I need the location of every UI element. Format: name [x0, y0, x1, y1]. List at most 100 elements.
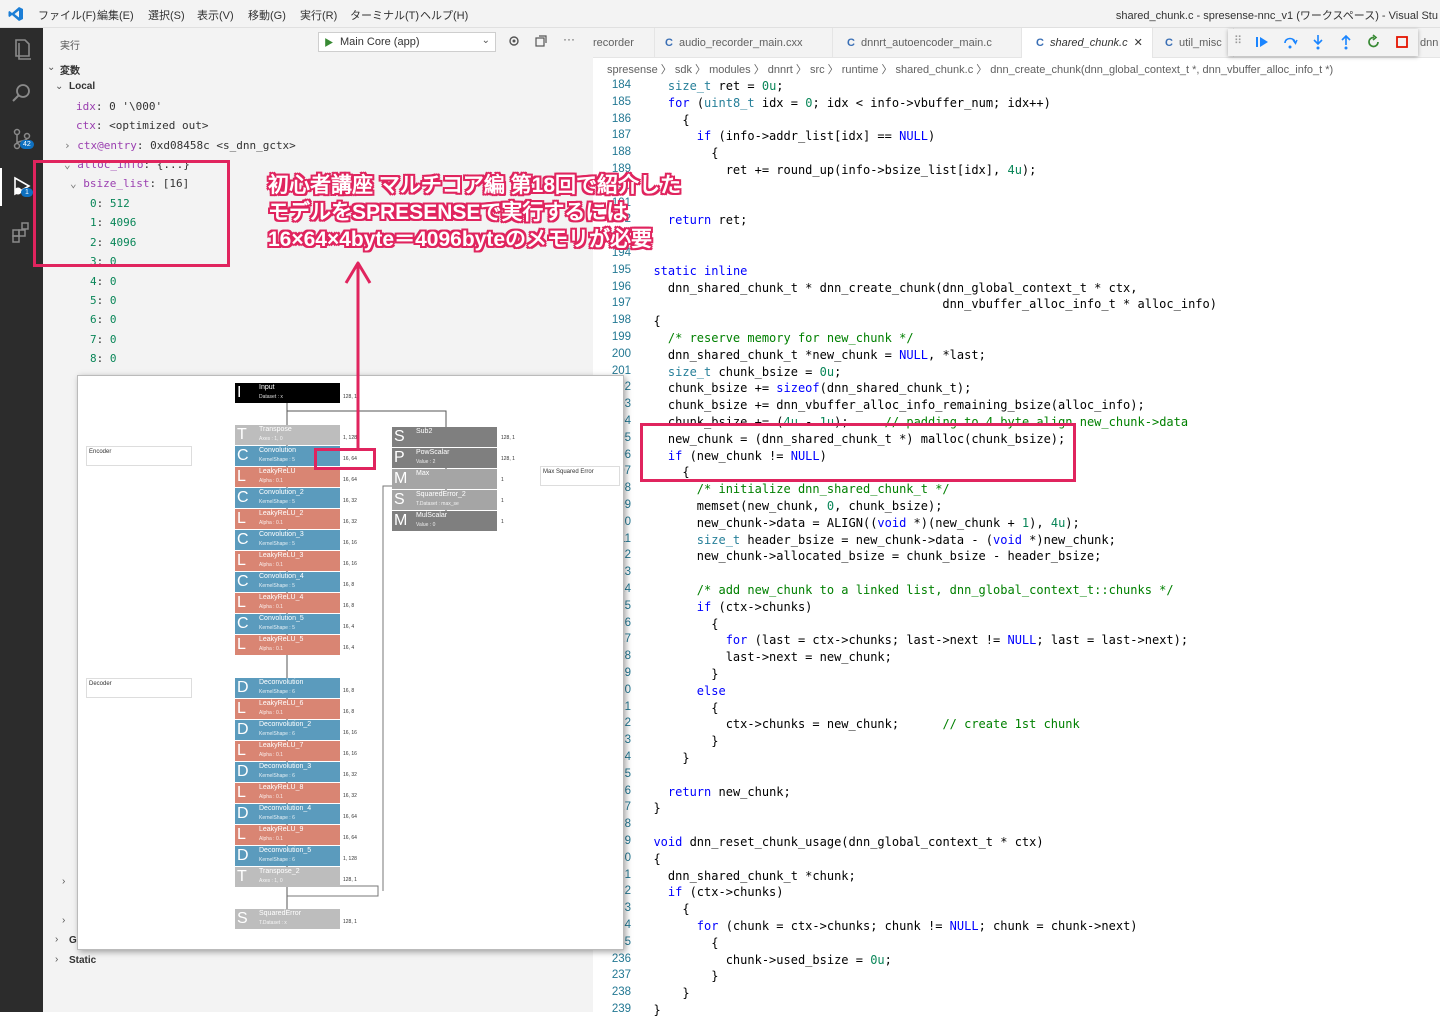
tab-recorder[interactable]: recorder	[593, 28, 655, 58]
code-line[interactable]: /* initialize dnn_shared_chunk_t */	[639, 482, 950, 496]
bsize-list-item[interactable]: 6: 0	[90, 313, 117, 326]
menu-file[interactable]: ファイル(F)	[38, 7, 96, 23]
code-line[interactable]: {	[639, 936, 718, 950]
layer-deconvolution-5[interactable]: D Deconvolution_5 KernelShape : 6	[235, 846, 340, 866]
layer-max[interactable]: M Max	[392, 469, 497, 489]
step-out-icon[interactable]	[1338, 34, 1354, 50]
code-line[interactable]: return new_chunk;	[639, 785, 791, 799]
layer-convolution-4[interactable]: C Convolution_4 KernelShape : 5	[235, 572, 340, 592]
tab-audio-recorder-main[interactable]: Caudio_recorder_main.cxx	[655, 28, 833, 58]
code-line[interactable]: static inline	[639, 264, 747, 278]
code-line[interactable]: {	[639, 314, 660, 328]
layer-leakyrelu-9[interactable]: L LeakyReLU_9 Alpha : 0.1	[235, 825, 340, 845]
code-line[interactable]: if (ctx->chunks)	[639, 600, 813, 614]
code-line[interactable]: chunk_bsize += dnn_vbuffer_alloc_info_re…	[639, 398, 1145, 412]
code-line[interactable]: /* add new_chunk to a linked list, dnn_g…	[639, 583, 1174, 597]
var-ctx-entry[interactable]: › ctx@entry: 0xd08458c <s_dnn_gctx>	[64, 139, 296, 152]
gear-icon[interactable]	[507, 34, 521, 48]
menu-help[interactable]: ヘルプ(H)	[420, 7, 468, 23]
code-line[interactable]: dnn_shared_chunk_t *new_chunk = NULL, *l…	[639, 348, 986, 362]
code-line[interactable]: /* reserve memory for new_chunk */	[639, 331, 914, 345]
code-line[interactable]: }	[639, 667, 718, 681]
code-line[interactable]: }	[639, 969, 718, 983]
code-line[interactable]: }	[639, 1003, 660, 1017]
continue-icon[interactable]	[1254, 34, 1270, 50]
breadcrumb[interactable]: spresense 〉 sdk 〉 modules 〉 dnnrt 〉 src …	[607, 61, 1333, 77]
code-line[interactable]: size_t header_bsize = new_chunk->data - …	[639, 533, 1116, 547]
code-line[interactable]: chunk->used_bsize = 0u;	[639, 953, 892, 967]
layer-leakyrelu[interactable]: L LeakyReLU Alpha : 0.1	[235, 467, 340, 487]
code-line[interactable]: {	[639, 617, 718, 631]
layer-leakyrelu-7[interactable]: L LeakyReLU_7 Alpha : 0.1	[235, 741, 340, 761]
code-line[interactable]: ret += round_up(info->bsize_list[idx], 4…	[639, 163, 1037, 177]
code-line[interactable]: }	[639, 751, 689, 765]
scope-static[interactable]: Static	[69, 955, 96, 966]
code-line[interactable]: size_t chunk_bsize = 0u;	[639, 365, 841, 379]
code-line[interactable]: }	[639, 801, 660, 815]
code-line[interactable]: {	[639, 902, 689, 916]
step-into-icon[interactable]	[1310, 34, 1326, 50]
scope-local[interactable]: Local	[69, 81, 95, 92]
menu-run[interactable]: 実行(R)	[300, 7, 337, 23]
code-line[interactable]: {	[639, 701, 718, 715]
layer-transpose-2[interactable]: T Transpose_2 Axes : 1, 0	[235, 867, 340, 887]
code-line[interactable]: last->next = new_chunk;	[639, 650, 892, 664]
step-over-icon[interactable]	[1282, 34, 1298, 50]
code-line[interactable]: else	[639, 684, 726, 698]
layer-leakyrelu-3[interactable]: L LeakyReLU_3 Alpha : 0.1	[235, 551, 340, 571]
layer-leakyrelu-2[interactable]: L LeakyReLU_2 Alpha : 0.1	[235, 509, 340, 529]
code-line[interactable]: for (last = ctx->chunks; last->next != N…	[639, 633, 1188, 647]
code-line[interactable]: size_t ret = 0u;	[639, 79, 784, 93]
more-actions-icon[interactable]: ···	[563, 32, 575, 46]
layer-deconvolution-3[interactable]: D Deconvolution_3 KernelShape : 6	[235, 762, 340, 782]
layer-convolution-3[interactable]: C Convolution_3 KernelShape : 5	[235, 530, 340, 550]
code-line[interactable]: }	[639, 734, 718, 748]
layer-leakyrelu-4[interactable]: L LeakyReLU_4 Alpha : 0.1	[235, 593, 340, 613]
tab-dnnrt-autoencoder-main[interactable]: Cdnnrt_autoencoder_main.c	[833, 28, 1022, 58]
tab-shared-chunk[interactable]: Cshared_chunk.c ✕	[1022, 28, 1153, 58]
layer-deconvolution[interactable]: D Deconvolution KernelShape : 6	[235, 678, 340, 698]
stop-icon[interactable]	[1394, 34, 1410, 50]
code-line[interactable]: for (uint8_t idx = 0; idx < info->vbuffe…	[639, 96, 1051, 110]
code-line[interactable]: void dnn_reset_chunk_usage(dnn_global_co…	[639, 835, 1043, 849]
code-line[interactable]: new_chunk->data = ALIGN((void *)(new_chu…	[639, 516, 1080, 530]
code-line[interactable]: {	[639, 852, 660, 866]
code-line[interactable]: dnn_shared_chunk_t * dnn_create_chunk(dn…	[639, 281, 1138, 295]
bsize-list-item[interactable]: 5: 0	[90, 294, 117, 307]
layer-deconvolution-2[interactable]: D Deconvolution_2 KernelShape : 6	[235, 720, 340, 740]
menu-edit[interactable]: 編集(E)	[97, 7, 134, 23]
code-line[interactable]: new_chunk->allocated_bsize = chunk_bsize…	[639, 549, 1102, 563]
bsize-list-item[interactable]: 7: 0	[90, 333, 117, 346]
layer-mulscalar[interactable]: M MulScalar Value : 0	[392, 511, 497, 531]
search-icon[interactable]	[9, 80, 35, 106]
extensions-icon[interactable]	[9, 220, 35, 246]
layer-convolution-2[interactable]: C Convolution_2 KernelShape : 5	[235, 488, 340, 508]
tab-util-misc[interactable]: Cutil_misc	[1153, 28, 1234, 58]
explorer-icon[interactable]	[9, 36, 35, 62]
launch-config-select[interactable]: Main Core (app) ⌄	[318, 32, 496, 52]
close-icon[interactable]: ✕	[1134, 37, 1143, 49]
layer-leakyrelu-6[interactable]: L LeakyReLU_6 Alpha : 0.1	[235, 699, 340, 719]
menu-view[interactable]: 表示(V)	[197, 7, 234, 23]
code-line[interactable]: if (info->addr_list[idx] == NULL)	[639, 129, 935, 143]
code-line[interactable]: }	[639, 986, 689, 1000]
code-line[interactable]: ctx->chunks = new_chunk; // create 1st c…	[639, 717, 1080, 731]
var-ctx[interactable]: ctx: <optimized out>	[76, 119, 208, 132]
bsize-list-item[interactable]: 4: 0	[90, 275, 117, 288]
layer-squarederror-2[interactable]: S SquaredError_2 T.Dataset : max_se	[392, 490, 497, 510]
bsize-list-item[interactable]: 8: 0	[90, 352, 117, 365]
menu-terminal[interactable]: ターミナル(T)	[350, 7, 419, 23]
restart-icon[interactable]	[1366, 34, 1382, 50]
code-line[interactable]: memset(new_chunk, 0, chunk_bsize);	[639, 499, 943, 513]
code-line[interactable]: dnn_vbuffer_alloc_info_t * alloc_info)	[639, 297, 1217, 311]
variables-section-header[interactable]: 変数	[60, 62, 80, 77]
drag-handle-icon[interactable]: ⠿	[1234, 34, 1242, 47]
layer-leakyrelu-5[interactable]: L LeakyReLU_5 Alpha : 0.1	[235, 635, 340, 655]
menu-go[interactable]: 移動(G)	[248, 7, 286, 23]
start-debug-icon[interactable]	[323, 37, 334, 48]
code-line[interactable]: dnn_shared_chunk_t *chunk;	[639, 869, 856, 883]
debug-console-icon[interactable]	[534, 34, 548, 48]
var-idx[interactable]: idx: 0 '\000'	[76, 100, 162, 113]
code-line[interactable]: if (ctx->chunks)	[639, 885, 784, 899]
code-line[interactable]: {	[639, 113, 689, 127]
